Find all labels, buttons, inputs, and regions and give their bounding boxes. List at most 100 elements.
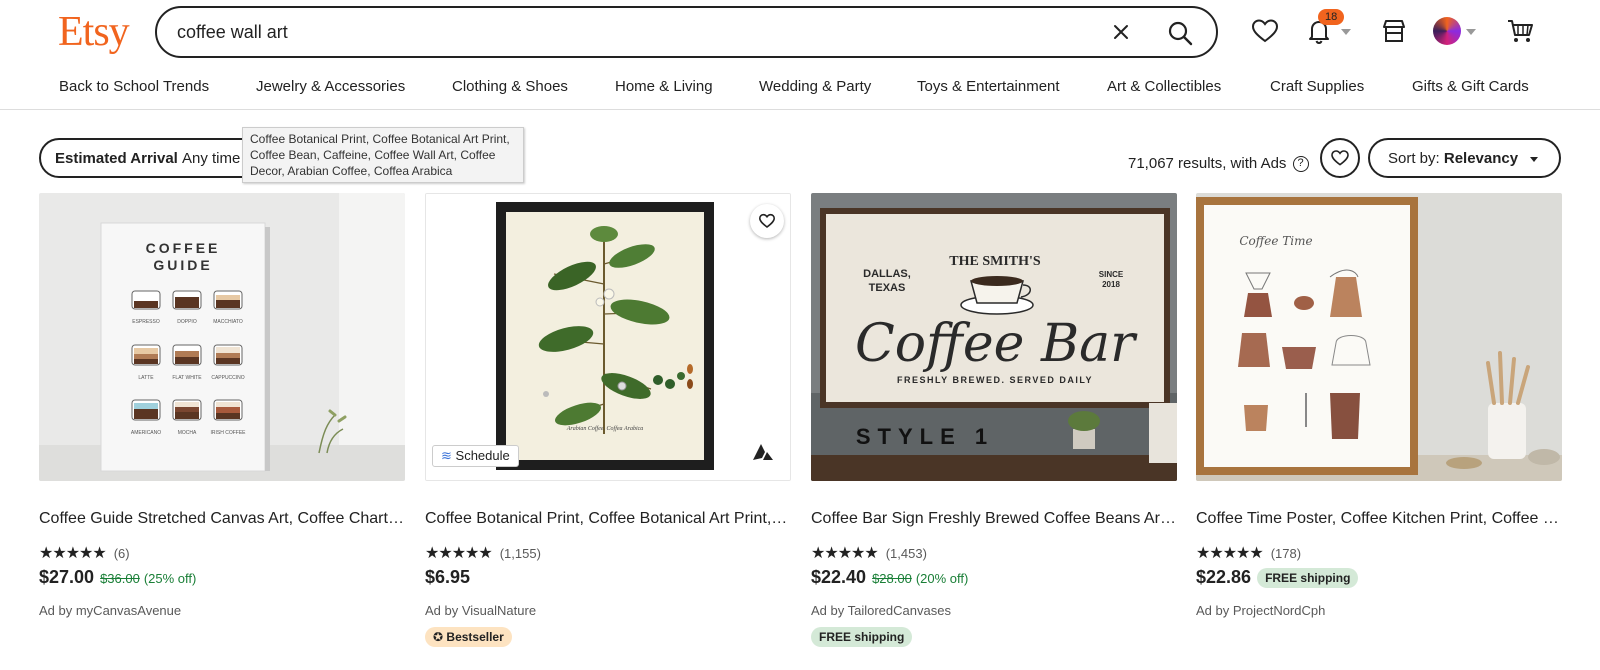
listing-title[interactable]: Coffee Botanical Print, Coffee Botanical…	[425, 510, 791, 528]
heart-icon	[759, 213, 775, 228]
sale-price: $27.00	[39, 567, 95, 587]
shop-icon[interactable]	[1379, 16, 1409, 46]
etsy-logo[interactable]: Etsy	[58, 8, 130, 56]
heart-icon[interactable]	[1250, 16, 1280, 46]
pinterest-logo-icon	[753, 444, 773, 460]
rating-stars: ★★★★★	[811, 545, 879, 562]
chevron-down-icon[interactable]	[1341, 29, 1351, 35]
listing-card[interactable]: Arabian Coffee. Coffea Arabica ≋ Schedul…	[425, 193, 791, 663]
sale-price: $22.86	[1196, 567, 1252, 587]
original-price: $28.00	[872, 571, 912, 586]
nav-home-living[interactable]: Home & Living	[615, 78, 713, 95]
sign-title: Coffee Bar	[855, 314, 1138, 374]
nav-toys[interactable]: Toys & Entertainment	[917, 78, 1060, 95]
rating: ★★★★★ (1,155)	[425, 543, 541, 563]
wave-icon: ≋	[441, 448, 452, 463]
category-nav: Back to School Trends Jewelry & Accessor…	[0, 66, 1600, 110]
coffee-guide-canvas: COFFEE GUIDE ESPRESSO DOPPIO MACCHIATO L…	[39, 193, 405, 481]
price: $22.40 $28.00 (20% off)	[811, 567, 968, 588]
schedule-badge[interactable]: ≋ Schedule	[432, 445, 519, 467]
help-icon[interactable]: ?	[1292, 156, 1309, 173]
listing-card[interactable]: Coffee Time Coffee Time Poster, Coffee K…	[1196, 193, 1562, 663]
nav-back-to-school[interactable]: Back to School Trends	[59, 78, 209, 95]
listing-image[interactable]: Coffee Time	[1196, 193, 1562, 481]
rating: ★★★★★ (1,453)	[811, 543, 927, 563]
canvas-heading: COFFEE	[146, 240, 221, 256]
rating: ★★★★★ (6)	[39, 543, 130, 563]
review-count: (1,155)	[499, 546, 541, 561]
nav-art[interactable]: Art & Collectibles	[1107, 78, 1221, 95]
ad-by-shop[interactable]: Ad by ProjectNordCph	[1196, 603, 1325, 618]
schedule-label: Schedule	[455, 448, 510, 463]
price: $6.95	[425, 567, 470, 588]
search-bar[interactable]: coffee wall art	[155, 6, 1218, 58]
review-count: (6)	[113, 546, 130, 561]
medal-icon: ✪	[433, 630, 444, 644]
favorite-search-button[interactable]	[1320, 138, 1360, 178]
notification-badge: 18	[1318, 9, 1345, 25]
sign-city: DALLAS,	[863, 268, 911, 280]
estimated-arrival-filter[interactable]: Estimated Arrival Any time	[39, 138, 264, 178]
search-icon[interactable]	[1165, 18, 1195, 48]
cup-label: AMERICANO	[131, 430, 161, 436]
cup-label: FLAT WHITE	[172, 375, 202, 381]
price: $22.86 FREE shipping	[1196, 567, 1359, 589]
nav-clothing[interactable]: Clothing & Shoes	[452, 78, 568, 95]
cup-label: MACCHIATO	[213, 319, 243, 325]
review-count: (178)	[1270, 546, 1302, 561]
nav-gifts[interactable]: Gifts & Gift Cards	[1412, 78, 1529, 95]
listing-image[interactable]: THE SMITH'S DALLAS, TEXAS SINCE 2018 Cof…	[811, 193, 1177, 481]
chevron-down-icon	[1530, 157, 1538, 162]
original-price: $36.00	[100, 571, 140, 586]
listing-card[interactable]: COFFEE GUIDE ESPRESSO DOPPIO MACCHIATO L…	[39, 193, 405, 663]
discount: (25% off)	[143, 571, 197, 586]
ad-by-shop[interactable]: Ad by myCanvasAvenue	[39, 603, 181, 618]
sign-year: 2018	[1102, 280, 1120, 289]
cup-row-3	[131, 399, 243, 421]
free-shipping-badge: FREE shipping	[1257, 568, 1359, 589]
sign-since: SINCE	[1099, 270, 1124, 279]
bestseller-badge: ✪ Bestseller	[425, 627, 512, 647]
results-count: 71,067 results, with Ads ?	[1128, 155, 1309, 173]
discount: (20% off)	[915, 571, 969, 586]
search-input[interactable]: coffee wall art	[177, 22, 288, 43]
avatar[interactable]	[1433, 17, 1461, 45]
sign-subtitle: FRESHLY BREWED. SERVED DAILY	[897, 375, 1093, 385]
botanical-print: Arabian Coffee. Coffea Arabica	[426, 194, 790, 480]
heart-icon	[1331, 150, 1349, 166]
cart-icon[interactable]	[1505, 16, 1535, 46]
ad-by-shop[interactable]: Ad by VisualNature	[425, 603, 536, 618]
print-caption: Arabian Coffee. Coffea Arabica	[566, 425, 644, 432]
cup-label: DOPPIO	[177, 319, 197, 325]
sale-price: $22.40	[811, 567, 867, 587]
style-label: STYLE 1	[856, 424, 994, 449]
listing-image[interactable]: Arabian Coffee. Coffea Arabica ≋ Schedul…	[425, 193, 791, 481]
sign-state: TEXAS	[869, 282, 906, 294]
cup-label: IRISH COFFEE	[210, 430, 246, 436]
header: Etsy coffee wall art 18	[0, 0, 1600, 66]
listing-title[interactable]: Coffee Time Poster, Coffee Kitchen Print…	[1196, 510, 1562, 528]
favorite-button[interactable]	[750, 204, 784, 238]
listing-title[interactable]: Coffee Bar Sign Freshly Brewed Coffee Be…	[811, 510, 1177, 528]
sign-name: THE SMITH'S	[949, 254, 1041, 269]
nav-wedding[interactable]: Wedding & Party	[759, 78, 871, 95]
rating: ★★★★★ (178)	[1196, 543, 1301, 563]
nav-craft[interactable]: Craft Supplies	[1270, 78, 1364, 95]
nav-jewelry[interactable]: Jewelry & Accessories	[256, 78, 405, 95]
price: $27.00 $36.00 (25% off)	[39, 567, 196, 588]
ad-by-shop[interactable]: Ad by TailoredCanvases	[811, 603, 951, 618]
close-icon[interactable]	[1109, 20, 1133, 44]
listing-card[interactable]: THE SMITH'S DALLAS, TEXAS SINCE 2018 Cof…	[811, 193, 1177, 663]
listing-image[interactable]: COFFEE GUIDE ESPRESSO DOPPIO MACCHIATO L…	[39, 193, 405, 481]
sort-dropdown[interactable]: Sort by: Relevancy	[1368, 138, 1561, 178]
cup-row-2	[131, 344, 243, 366]
coffee-bar-sign: THE SMITH'S DALLAS, TEXAS SINCE 2018 Cof…	[811, 193, 1177, 481]
cup-label: LATTE	[138, 375, 154, 381]
review-count: (1,453)	[885, 546, 927, 561]
chevron-down-icon[interactable]	[1466, 29, 1476, 35]
tooltip: Coffee Botanical Print, Coffee Botanical…	[242, 127, 524, 183]
cup-label: CAPPUCCINO	[211, 375, 244, 381]
rating-stars: ★★★★★	[39, 545, 107, 562]
listing-title[interactable]: Coffee Guide Stretched Canvas Art, Coffe…	[39, 510, 405, 528]
sort-label: Sort by:	[1388, 150, 1440, 167]
